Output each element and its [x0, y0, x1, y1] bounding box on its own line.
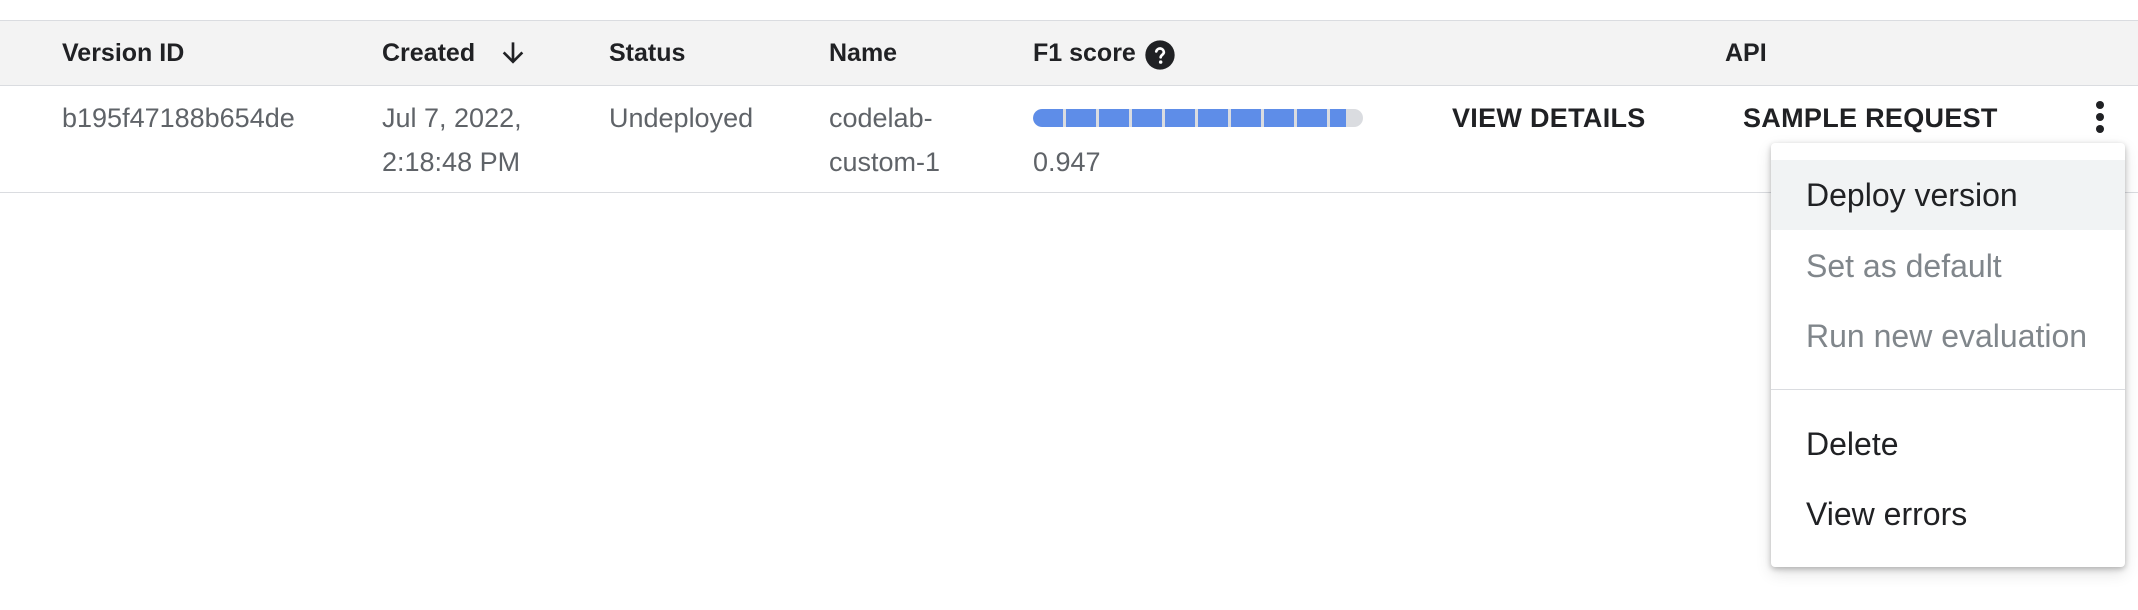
version-id-cell: b195f47188b654de — [62, 103, 295, 133]
name-cell: codelab- custom-1 — [829, 96, 940, 184]
column-header-f1-score[interactable]: F1 score — [1033, 21, 1136, 85]
f1-score-bar-segment — [1330, 109, 1346, 127]
f1-score-value: 0.947 — [1033, 147, 1101, 177]
created-date: Jul 7, 2022, — [382, 103, 522, 133]
menu-item-deploy-version[interactable]: Deploy version — [1771, 160, 2125, 230]
f1-score-bar-segment — [1231, 109, 1261, 127]
help-circle-icon[interactable] — [1144, 39, 1176, 71]
status-cell: Undeployed — [609, 103, 754, 133]
f1-score-bar-segment — [1033, 109, 1063, 127]
created-time: 2:18:48 PM — [382, 147, 521, 177]
f1-score-bar-segment — [1066, 109, 1096, 127]
view-details-button[interactable]: VIEW DETAILS — [1452, 96, 1646, 140]
f1-score-bar-segment — [1132, 109, 1162, 127]
menu-item-delete[interactable]: Delete — [1771, 409, 2125, 479]
menu-divider — [1771, 389, 2125, 390]
table-header: Version ID Created Status Name F1 score … — [0, 20, 2138, 86]
column-header-api: API — [1725, 39, 1767, 67]
menu-item-set-as-default: Set as default — [1806, 248, 2002, 284]
column-header-created[interactable]: Created — [382, 21, 475, 85]
created-cell: Jul 7, 2022, 2:18:48 PM — [382, 96, 522, 184]
f1-score-bar-segment — [1264, 109, 1294, 127]
row-actions-menu: Deploy version Set as default Run new ev… — [1771, 143, 2125, 567]
column-header-version-id[interactable]: Version ID — [62, 21, 184, 85]
f1-score-bar-segment — [1165, 109, 1195, 127]
model-versions-page: Version ID Created Status Name F1 score … — [0, 0, 2138, 610]
name-line-2: custom-1 — [829, 147, 941, 177]
sample-request-button[interactable]: SAMPLE REQUEST — [1743, 96, 1998, 140]
f1-score-bar-segment — [1297, 109, 1327, 127]
f1-score-bar-fill — [1033, 109, 1349, 127]
column-header-status[interactable]: Status — [609, 21, 685, 85]
arrow-down-icon[interactable] — [497, 37, 529, 69]
name-line-1: codelab- — [829, 103, 933, 133]
menu-item-run-new-evaluation: Run new evaluation — [1806, 318, 2088, 354]
more-vert-icon[interactable] — [2082, 98, 2118, 138]
column-header-name[interactable]: Name — [829, 21, 897, 85]
f1-score-bar — [1033, 109, 1363, 127]
f1-score-bar-segment — [1099, 109, 1129, 127]
f1-score-bar-segment — [1198, 109, 1228, 127]
menu-item-view-errors[interactable]: View errors — [1771, 479, 2125, 549]
